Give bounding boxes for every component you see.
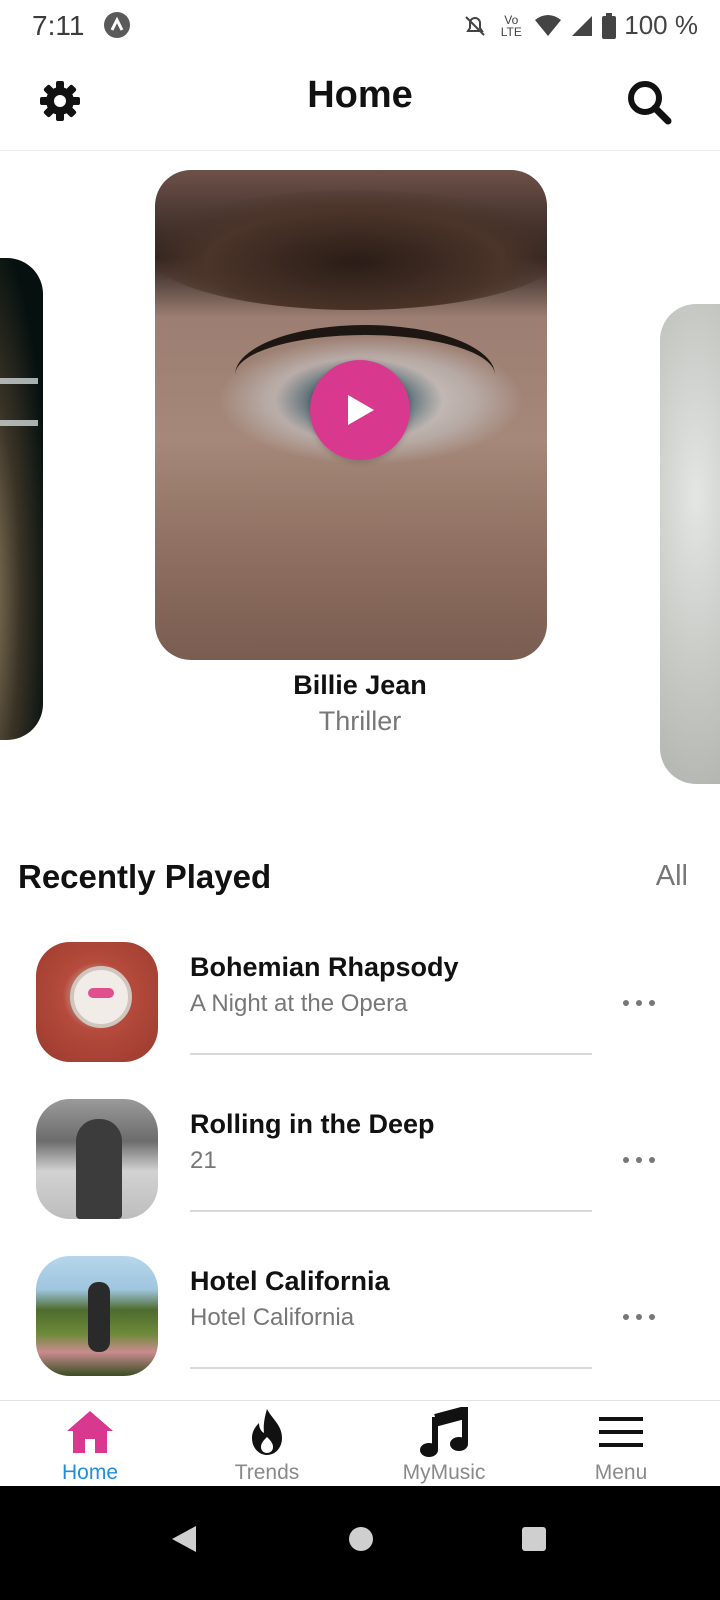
bottom-navigation: Home Trends MyMusic Menu [0, 1400, 720, 1487]
back-icon[interactable] [170, 1524, 198, 1559]
see-all-link[interactable]: All [656, 860, 688, 893]
more-options-icon[interactable] [622, 1151, 656, 1163]
recents-icon[interactable] [520, 1524, 548, 1559]
app-header: Home [0, 52, 720, 151]
album-name: A Night at the Opera [190, 990, 408, 1017]
album-name: Hotel California [190, 1304, 355, 1331]
battery-percent: 100 % [624, 10, 698, 40]
nav-label: MyMusic [402, 1461, 486, 1484]
status-bar: 7:11 Vo LTE 100 % [0, 0, 720, 52]
song-title: Hotel California [190, 1266, 390, 1296]
nav-label: Trends [234, 1461, 300, 1484]
battery-icon [602, 12, 617, 39]
nav-item-home[interactable]: Home [0, 1401, 180, 1487]
nav-label: Menu [594, 1461, 648, 1484]
more-options-icon[interactable] [622, 1308, 656, 1320]
home-icon [67, 1411, 113, 1453]
nav-item-trends[interactable]: Trends [177, 1401, 357, 1487]
home-system-icon[interactable] [347, 1524, 375, 1559]
mute-icon [462, 13, 488, 39]
signal-icon [570, 14, 594, 38]
featured-song-title: Billie Jean [293, 670, 427, 700]
status-icons: Vo LTE 100 % [462, 10, 698, 41]
album-art-graphic [155, 190, 547, 310]
status-time: 7:11 [32, 10, 85, 41]
more-options-icon[interactable] [622, 994, 656, 1006]
list-item[interactable]: Hotel California Hotel California [0, 1256, 720, 1413]
divider [190, 1367, 592, 1369]
play-icon [348, 395, 374, 425]
divider [190, 1053, 592, 1055]
music-note-icon [420, 1407, 468, 1457]
section-title-recently-played: Recently Played [18, 858, 272, 895]
list-item[interactable]: Rolling in the Deep 21 [0, 1099, 720, 1256]
album-art-graphic [0, 378, 38, 426]
song-title: Rolling in the Deep [190, 1109, 435, 1139]
carousel-card-featured[interactable] [155, 170, 547, 660]
featured-album-name: Thriller [318, 706, 402, 736]
song-title: Bohemian Rhapsody [190, 952, 459, 982]
app-notification-icon [104, 12, 130, 38]
list-item[interactable]: Bohemian Rhapsody A Night at the Opera [0, 942, 720, 1099]
album-thumbnail [36, 942, 158, 1062]
album-thumbnail [36, 1256, 158, 1376]
wifi-icon [534, 14, 562, 38]
divider [190, 1210, 592, 1212]
nav-label: Home [61, 1461, 119, 1484]
featured-carousel[interactable]: Billie Jean Thriller [0, 150, 720, 840]
play-button[interactable] [310, 360, 410, 460]
nav-item-mymusic[interactable]: MyMusic [354, 1401, 534, 1487]
recently-played-list: Bohemian Rhapsody A Night at the Opera R… [0, 942, 720, 1413]
flame-icon [252, 1409, 282, 1455]
menu-icon [599, 1417, 643, 1447]
search-icon[interactable] [626, 79, 672, 125]
page-title: Home [307, 74, 413, 116]
nav-item-menu[interactable]: Menu [531, 1401, 711, 1487]
album-name: 21 [190, 1147, 217, 1174]
album-thumbnail [36, 1099, 158, 1219]
carousel-card-previous[interactable] [0, 258, 43, 740]
system-navigation-bar [0, 1486, 720, 1600]
volte-label: Vo LTE [500, 12, 522, 39]
